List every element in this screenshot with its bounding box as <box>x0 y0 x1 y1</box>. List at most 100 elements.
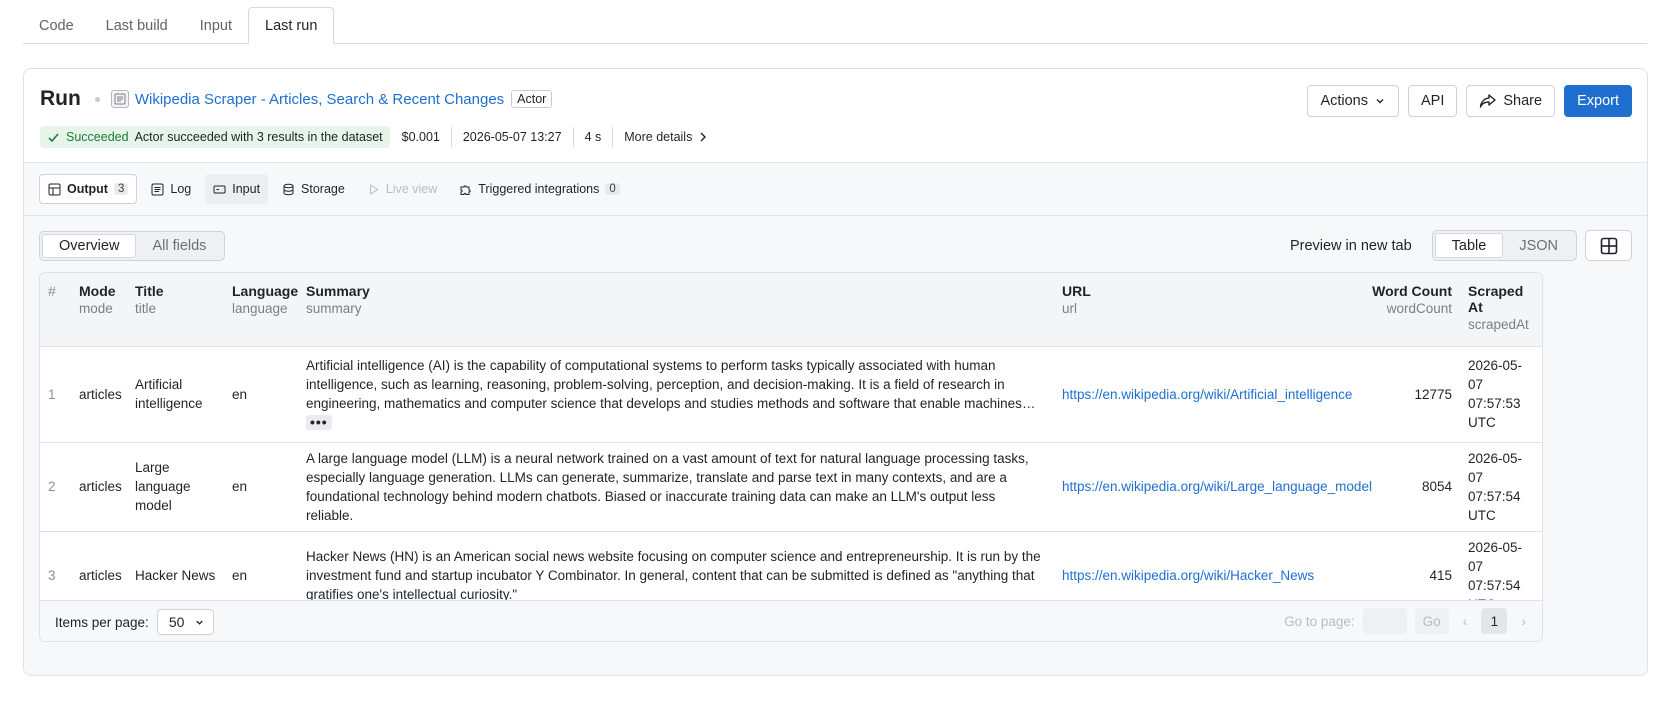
status-text: Succeeded <box>66 130 129 144</box>
prev-page-icon[interactable]: ‹ <box>1457 613 1474 629</box>
col-word-count-title: Word Count <box>1372 283 1452 299</box>
col-summary-title: Summary <box>306 283 370 299</box>
view-mode-toggle: Overview All fields <box>39 231 226 261</box>
items-per-page-select[interactable]: 50 <box>156 609 215 635</box>
more-details-button[interactable]: More details <box>612 127 719 147</box>
separator-dot <box>94 96 100 102</box>
json-option[interactable]: JSON <box>1503 233 1574 258</box>
tab-live-view[interactable]: Live view <box>359 174 445 204</box>
expand-summary-button[interactable]: ••• <box>306 415 332 430</box>
url-link[interactable]: https://en.wikipedia.org/wiki/Artificial… <box>1062 387 1352 402</box>
current-page[interactable]: 1 <box>1481 608 1508 634</box>
go-to-page-label: Go to page: <box>1284 613 1355 629</box>
cell-language: en <box>224 442 298 532</box>
tab-last-build[interactable]: Last build <box>90 8 184 44</box>
col-title-title: Title <box>135 283 164 299</box>
tab-triggered-integrations[interactable]: Triggered integrations 0 <box>451 174 628 204</box>
cell-url: https://en.wikipedia.org/wiki/Artificial… <box>1054 346 1359 443</box>
col-language-key: language <box>232 301 288 316</box>
tab-log[interactable]: Log <box>143 174 199 204</box>
table-option[interactable]: Table <box>1434 233 1504 258</box>
input-label: Input <box>232 182 261 196</box>
col-word-count[interactable]: Word Count wordCount <box>1359 273 1460 347</box>
next-page-icon[interactable]: › <box>1515 613 1532 629</box>
items-per-page: Items per page: 50 <box>55 609 215 635</box>
api-label: API <box>1421 93 1445 109</box>
cell-title: Large language model <box>127 442 224 532</box>
go-button[interactable]: Go <box>1414 608 1449 634</box>
tab-input[interactable]: Input <box>184 8 248 44</box>
output-count: 3 <box>113 183 129 195</box>
col-title[interactable]: Title title <box>127 273 224 347</box>
cell-title: Artificial intelligence <box>127 346 224 443</box>
col-url-key: url <box>1062 301 1078 316</box>
cell-mode: articles <box>71 442 127 532</box>
col-word-count-key: wordCount <box>1386 301 1452 316</box>
preview-new-tab-link[interactable]: Preview in new tab <box>1290 238 1412 254</box>
triggered-count: 0 <box>605 183 620 195</box>
run-subtabs-bar: Output 3 Log Input Storage Live view Tri… <box>24 162 1647 216</box>
col-summary[interactable]: Summary summary <box>298 273 1054 347</box>
overview-option[interactable]: Overview <box>42 234 137 258</box>
pagination: Go to page: Go ‹ 1 › <box>1284 608 1532 634</box>
status-message: Actor succeeded with 3 results in the da… <box>134 130 383 144</box>
results-table-wrap: # Mode mode Title title Language language S… <box>39 272 1543 642</box>
database-icon <box>283 183 294 195</box>
actions-button[interactable]: Actions <box>1307 85 1399 117</box>
page-title: Run <box>40 87 81 110</box>
play-icon <box>369 183 379 195</box>
top-tabs: Code Last build Input Last run <box>23 7 1647 44</box>
share-label: Share <box>1503 93 1543 109</box>
cell-scraped-at: 2026-05-07 07:57:53 UTC <box>1460 346 1542 443</box>
tab-code[interactable]: Code <box>23 8 90 44</box>
layout-icon <box>1600 237 1617 254</box>
header-actions: Actions API Share Export <box>1307 85 1632 117</box>
cell-summary: A large language model (LLM) is a neural… <box>298 442 1054 532</box>
col-url[interactable]: URL url <box>1054 273 1359 347</box>
actor-link[interactable]: Wikipedia Scraper - Articles, Search & R… <box>135 91 504 108</box>
share-button[interactable]: Share <box>1466 85 1556 117</box>
run-cost: $0.001 <box>401 130 440 144</box>
col-mode-key: mode <box>79 301 113 316</box>
cell-summary: Artificial intelligence (AI) is the capa… <box>298 346 1054 443</box>
export-label: Export <box>1577 93 1619 109</box>
storage-label: Storage <box>301 182 345 196</box>
col-language[interactable]: Language language <box>224 273 299 347</box>
url-link[interactable]: https://en.wikipedia.org/wiki/Hacker_New… <box>1062 568 1314 583</box>
actions-label: Actions <box>1320 93 1368 109</box>
table-icon <box>48 183 61 195</box>
triggered-label: Triggered integrations <box>478 182 600 196</box>
col-scraped-at-title: Scraped At <box>1468 283 1524 315</box>
all-fields-option[interactable]: All fields <box>136 234 222 258</box>
live-view-label: Live view <box>385 182 438 196</box>
run-started: 2026-05-07 13:27 <box>450 127 573 147</box>
chevron-down-icon <box>1376 99 1384 104</box>
api-button[interactable]: API <box>1408 85 1458 117</box>
row-index: 2 <box>40 442 71 532</box>
run-subtabs: Output 3 Log Input Storage Live view Tri… <box>39 174 628 204</box>
col-title-key: title <box>135 301 157 316</box>
row-index: 1 <box>40 346 71 443</box>
export-button[interactable]: Export <box>1564 85 1632 117</box>
run-header: Run Wikipedia Scraper - Articles, Search… <box>40 87 553 111</box>
table-row: 2 articles Large language model en A lar… <box>40 442 1542 532</box>
tab-storage[interactable]: Storage <box>274 174 353 204</box>
col-index: # <box>40 273 71 347</box>
col-language-title: Language <box>232 283 299 299</box>
url-link[interactable]: https://en.wikipedia.org/wiki/Large_lang… <box>1062 479 1372 494</box>
layout-button[interactable] <box>1585 230 1632 261</box>
puzzle-icon <box>460 184 471 195</box>
col-scraped-at[interactable]: Scraped At scrapedAt <box>1460 273 1542 347</box>
cell-word-count: 12775 <box>1359 346 1460 443</box>
col-mode[interactable]: Mode mode <box>71 273 127 347</box>
tab-input-run[interactable]: Input <box>205 174 269 204</box>
share-icon <box>1480 94 1497 108</box>
status-badge: Succeeded Actor succeeded with 3 results… <box>40 126 390 148</box>
tab-output[interactable]: Output 3 <box>39 174 138 204</box>
actor-badge: Actor <box>511 90 553 108</box>
go-to-page-input[interactable] <box>1362 608 1407 634</box>
col-summary-key: summary <box>306 301 362 316</box>
results-table: # Mode mode Title title Language language S… <box>40 273 1542 621</box>
tab-last-run[interactable]: Last run <box>248 7 335 44</box>
cell-url: https://en.wikipedia.org/wiki/Large_lang… <box>1054 442 1372 532</box>
